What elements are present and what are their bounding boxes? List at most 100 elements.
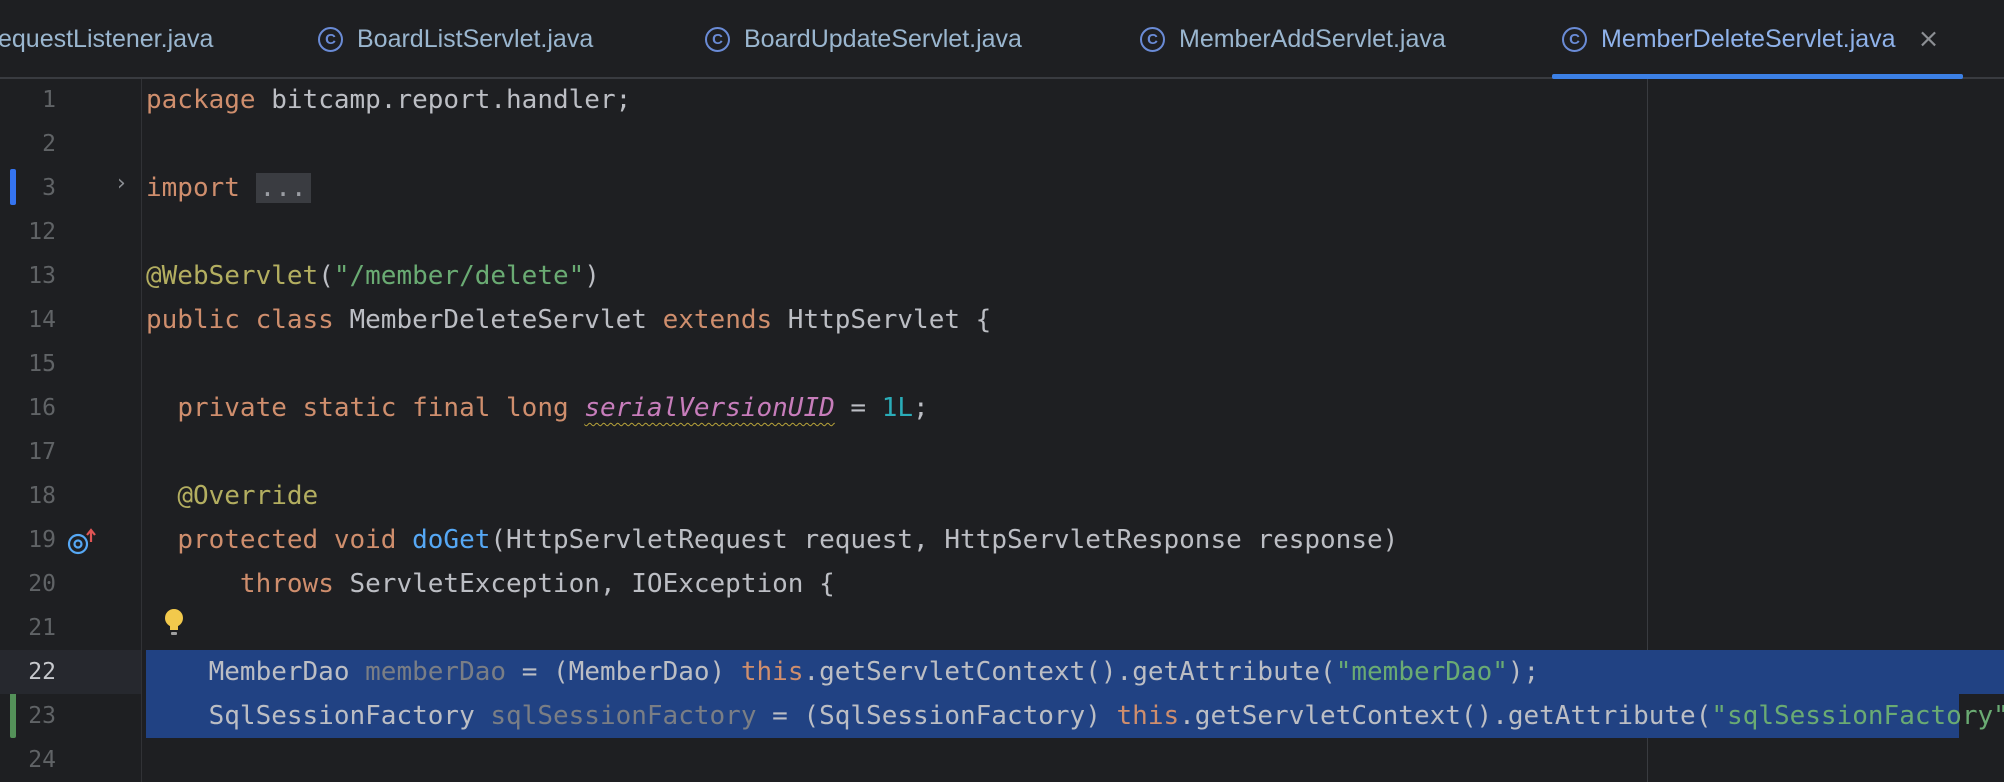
keyword-token: protected void — [177, 525, 397, 555]
class-icon: C — [318, 26, 343, 52]
code-line[interactable]: 3 import ... — [0, 166, 2004, 210]
tab-board-update-servlet[interactable]: C BoardUpdateServlet.java — [705, 0, 1022, 78]
close-icon[interactable]: × — [1918, 24, 1940, 54]
code-content[interactable]: throws ServletException, IOException { — [146, 569, 835, 599]
line-number[interactable]: 14 — [0, 307, 56, 333]
annotation-token: @Override — [177, 481, 319, 511]
code-content[interactable]: private static final long serialVersionU… — [146, 393, 929, 423]
line-number[interactable]: 15 — [0, 351, 56, 377]
string-token: "memberDao" — [1335, 657, 1508, 687]
line-number[interactable]: 17 — [0, 439, 56, 465]
line-number[interactable]: 2 — [0, 131, 56, 157]
line-number[interactable]: 18 — [0, 483, 56, 509]
number-token: 1L — [881, 393, 914, 423]
code-line[interactable]: 22 MemberDao memberDao = (MemberDao) thi… — [0, 650, 2004, 694]
code-text: = — [834, 393, 882, 423]
code-content[interactable]: protected void doGet(HttpServletRequest … — [146, 525, 1398, 555]
code-content[interactable]: package bitcamp.report.handler; — [146, 85, 631, 115]
code-line[interactable]: 18 @Override — [0, 474, 2004, 518]
code-line[interactable]: 17 — [0, 430, 2004, 474]
code-content[interactable]: SqlSessionFactory sqlSessionFactory = (S… — [146, 701, 2004, 731]
line-number[interactable]: 21 — [0, 615, 56, 641]
code-text: SqlSessionFactory — [146, 701, 491, 731]
class-icon: C — [705, 26, 730, 52]
code-content[interactable]: public class MemberDeleteServlet extends… — [146, 305, 991, 335]
code-content[interactable]: @Override — [146, 481, 318, 511]
line-number[interactable]: 16 — [0, 395, 56, 421]
code-line[interactable]: 14 public class MemberDeleteServlet exten… — [0, 298, 2004, 342]
tab-label: BoardListServlet.java — [357, 24, 594, 53]
line-number[interactable]: 13 — [0, 263, 56, 289]
tab-member-add-servlet[interactable]: C MemberAddServlet.java — [1140, 0, 1446, 78]
code-line[interactable]: 1 package bitcamp.report.handler; — [0, 78, 2004, 122]
code-line[interactable]: 15 — [0, 342, 2004, 386]
string-token: "/member/delete" — [333, 261, 585, 291]
unused-variable-token: sqlSessionFactory — [490, 701, 757, 731]
code-line[interactable]: 13 @WebServlet("/member/delete") — [0, 254, 2004, 298]
keyword-token: this — [740, 657, 804, 687]
tab-board-list-servlet[interactable]: C BoardListServlet.java — [318, 0, 593, 78]
code-text: .getServletContext().getAttribute( — [1179, 701, 1712, 731]
keyword-token: extends — [662, 305, 773, 335]
code-text: ) — [584, 261, 600, 291]
code-line[interactable]: 23 SqlSessionFactory sqlSessionFactory =… — [0, 694, 2004, 738]
code-text: ( — [318, 261, 334, 291]
tab-label: MemberAddServlet.java — [1179, 24, 1446, 53]
code-line[interactable]: 19 protected void doGet(HttpServletReque… — [0, 518, 2004, 562]
line-number[interactable]: 1 — [0, 87, 56, 113]
constant-token: serialVersionUID — [584, 393, 835, 423]
code-line[interactable]: 20 throws ServletException, IOException … — [0, 562, 2004, 606]
code-content[interactable]: import ... — [146, 173, 311, 203]
line-number[interactable]: 12 — [0, 219, 56, 245]
code-line[interactable]: 21 — [0, 606, 2004, 650]
tab-member-delete-servlet[interactable]: C MemberDeleteServlet.java × — [1551, 0, 1964, 79]
keyword-token: import — [146, 173, 240, 203]
line-number[interactable]: 19 — [0, 527, 56, 553]
class-icon: C — [1140, 26, 1165, 52]
keyword-token: throws — [239, 569, 334, 599]
code-text: = (MemberDao) — [506, 657, 741, 687]
line-number[interactable]: 20 — [0, 571, 56, 597]
code-text: HttpServlet { — [772, 305, 992, 335]
code-text: bitcamp.report.handler; — [255, 85, 632, 115]
keyword-token: private static final long — [177, 393, 569, 423]
tab-label: BoardUpdateServlet.java — [744, 24, 1022, 53]
code-text: = (SqlSessionFactory) — [756, 701, 1117, 731]
code-content[interactable]: MemberDao memberDao = (MemberDao) this.g… — [146, 657, 1540, 687]
class-icon: C — [1562, 26, 1587, 52]
keyword-token: package — [146, 85, 256, 115]
code-line[interactable]: 12 — [0, 210, 2004, 254]
unused-variable-token: memberDao — [365, 657, 507, 687]
code-line[interactable]: 16 private static final long serialVersi… — [0, 386, 2004, 430]
line-number[interactable]: 22 — [0, 659, 56, 685]
code-line[interactable]: 24 — [0, 738, 2004, 782]
code-text: ); — [1507, 657, 1540, 687]
code-text: .getServletContext().getAttribute( — [803, 657, 1336, 687]
method-name-token: doGet — [412, 525, 491, 555]
code-content[interactable]: @WebServlet("/member/delete") — [146, 261, 600, 291]
line-number[interactable]: 3 — [0, 175, 56, 201]
code-editor[interactable]: › 1 package bitcamp.report.handler; 2 3 impo… — [0, 79, 2004, 782]
code-line[interactable]: 2 — [0, 122, 2004, 166]
folded-imports[interactable]: ... — [255, 173, 311, 203]
line-number[interactable]: 23 — [0, 703, 56, 729]
code-text: ServletException, IOException { — [333, 569, 835, 599]
code-text: (HttpServletRequest request, HttpServlet… — [490, 525, 1399, 555]
annotation-token: @WebServlet — [146, 261, 319, 291]
line-number[interactable]: 24 — [0, 747, 56, 773]
keyword-token: public class — [146, 305, 334, 335]
tab-label: MemberDeleteServlet.java — [1601, 24, 1896, 53]
string-token: "sqlSessionFactory" — [1711, 701, 2004, 731]
keyword-token: this — [1116, 701, 1180, 731]
code-text: MemberDeleteServlet — [333, 305, 663, 335]
code-text: ; — [913, 393, 929, 423]
tab-request-listener[interactable]: equestListener.java — [0, 0, 213, 78]
editor-tab-bar: equestListener.java C BoardListServlet.j… — [0, 0, 2004, 79]
